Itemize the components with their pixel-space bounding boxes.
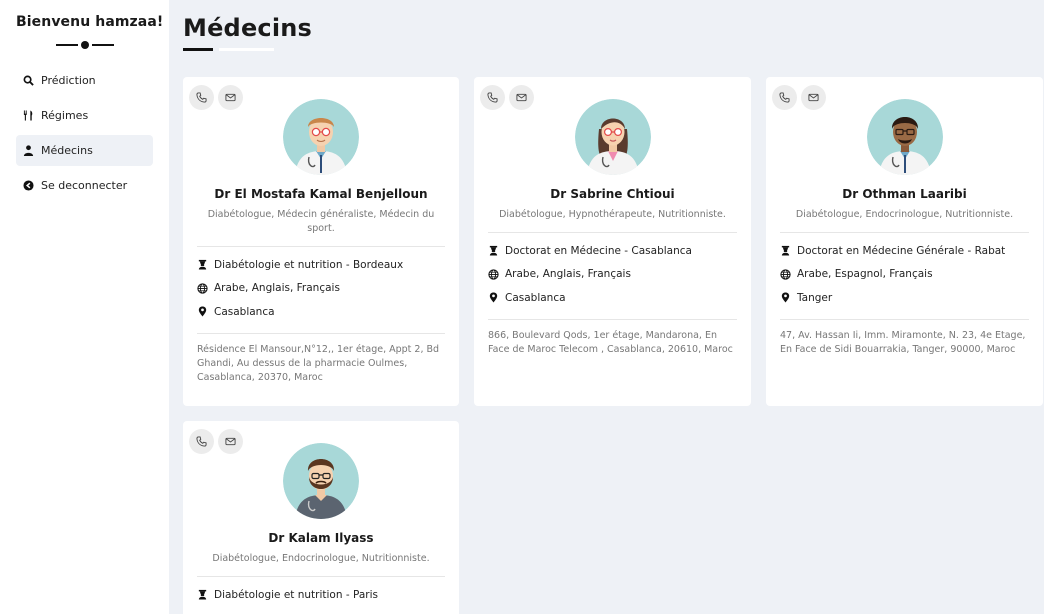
doctor-card: Dr Sabrine Chtioui Diabétologue, Hypnoth… xyxy=(474,77,751,406)
call-button[interactable] xyxy=(772,85,797,110)
doctor-name: Dr Othman Laaribi xyxy=(842,187,967,201)
education-row: Doctorat en Médecine Générale - Rabat xyxy=(780,239,1029,263)
phone-icon xyxy=(196,92,207,103)
doctor-name: Dr Sabrine Chtioui xyxy=(550,187,675,201)
welcome-divider xyxy=(16,41,153,49)
doctor-education: Doctorat en Médecine Générale - Rabat xyxy=(797,244,1006,257)
utensils-icon xyxy=(23,110,33,121)
doctor-name: Dr Kalam Ilyass xyxy=(268,531,374,545)
city-row: Casablanca xyxy=(488,286,737,310)
phone-icon xyxy=(779,92,790,103)
logout-icon xyxy=(23,180,34,191)
education-row: Diabétologie et nutrition - Bordeaux xyxy=(197,253,445,277)
map-pin-icon xyxy=(489,292,498,303)
globe-icon xyxy=(488,269,499,280)
sidebar-item-label: Médecins xyxy=(41,144,93,157)
languages-row: Arabe, Anglais, Français xyxy=(197,277,445,301)
call-button[interactable] xyxy=(189,429,214,454)
email-button[interactable] xyxy=(218,429,243,454)
call-button[interactable] xyxy=(189,85,214,110)
doctor-address: 866, Boulevard Qods, 1er étage, Mandaron… xyxy=(488,329,733,355)
email-button[interactable] xyxy=(509,85,534,110)
globe-icon xyxy=(780,269,791,280)
map-pin-icon xyxy=(781,292,790,303)
doctor-education: Diabétologie et nutrition - Paris xyxy=(214,588,378,601)
page-title: Médecins xyxy=(183,14,313,42)
city-row: Casablanca xyxy=(197,300,445,324)
globe-icon xyxy=(197,283,208,294)
sidebar-item-prediction[interactable]: Prédiction xyxy=(16,65,153,96)
doctor-city: Casablanca xyxy=(214,305,275,318)
doctor-city: Casablanca xyxy=(505,291,566,304)
sidebar-item-medecins[interactable]: Médecins xyxy=(16,135,153,166)
sidebar-item-label: Régimes xyxy=(41,109,89,122)
doctor-avatar xyxy=(574,99,651,175)
graduation-cap-icon xyxy=(781,246,790,256)
sidebar-item-regimes[interactable]: Régimes xyxy=(16,100,153,131)
doctor-avatar xyxy=(283,99,359,175)
call-button[interactable] xyxy=(480,85,505,110)
email-button[interactable] xyxy=(218,85,243,110)
title-underline xyxy=(183,48,1044,51)
email-button[interactable] xyxy=(801,85,826,110)
doctor-languages: Arabe, Anglais, Français xyxy=(214,282,340,295)
doctor-specialties: Diabétologue, Hypnothérapeute, Nutrition… xyxy=(499,209,726,220)
envelope-icon xyxy=(225,437,236,446)
doctor-languages: Arabe, Anglais, Français xyxy=(505,268,631,281)
phone-icon xyxy=(196,436,207,447)
doctor-address: 47, Av. Hassan Ii, Imm. Miramonte, N. 23… xyxy=(780,329,1026,355)
sidebar: Bienvenu hamzaa! Prédiction Régimes Méde… xyxy=(0,0,169,614)
city-row: Tanger xyxy=(780,286,1029,310)
languages-row: Arabe, Espagnol, Français xyxy=(780,263,1029,287)
phone-icon xyxy=(487,92,498,103)
search-icon xyxy=(23,75,34,86)
education-row: Doctorat en Médecine - Casablanca xyxy=(488,239,737,263)
doctor-address: Résidence El Mansour,N°12,, 1er étage, A… xyxy=(197,343,440,383)
doctor-languages: Arabe, Espagnol, Français xyxy=(797,268,933,281)
doctor-icon xyxy=(23,145,34,156)
doctor-education: Diabétologie et nutrition - Bordeaux xyxy=(214,258,404,271)
doctor-specialties: Diabétologue, Endocrinologue, Nutritionn… xyxy=(212,553,430,564)
sidebar-item-logout[interactable]: Se deconnecter xyxy=(16,170,153,201)
doctor-avatar xyxy=(866,99,943,175)
envelope-icon xyxy=(225,93,236,102)
doctor-card: Dr El Mostafa Kamal Benjelloun Diabétolo… xyxy=(183,77,459,406)
doctor-specialties: Diabétologue, Endocrinologue, Nutritionn… xyxy=(795,209,1014,220)
doctor-specialties: Diabétologue, Médecin généraliste, Médec… xyxy=(207,209,435,234)
doctors-grid: Dr El Mostafa Kamal Benjelloun Diabétolo… xyxy=(183,77,1043,614)
languages-row: Arabe, Anglais, Français xyxy=(488,263,737,287)
app-root: Bienvenu hamzaa! Prédiction Régimes Méde… xyxy=(0,0,1044,614)
sidebar-item-label: Se deconnecter xyxy=(41,179,128,192)
doctor-card: Dr Othman Laaribi Diabétologue, Endocrin… xyxy=(766,77,1043,406)
sidebar-item-label: Prédiction xyxy=(41,74,96,87)
envelope-icon xyxy=(808,93,819,102)
doctor-card: Dr Kalam Ilyass Diabétologue, Endocrinol… xyxy=(183,421,459,614)
map-pin-icon xyxy=(198,306,207,317)
doctor-education: Doctorat en Médecine - Casablanca xyxy=(505,244,692,257)
envelope-icon xyxy=(516,93,527,102)
graduation-cap-icon xyxy=(198,260,207,270)
doctor-avatar xyxy=(283,443,359,519)
doctor-city: Tanger xyxy=(797,291,833,304)
main-content: Médecins Dr El Mostafa Kamal Benjelloun … xyxy=(169,0,1044,614)
education-row: Diabétologie et nutrition - Paris xyxy=(197,583,445,607)
graduation-cap-icon xyxy=(198,590,207,600)
welcome-title: Bienvenu hamzaa! xyxy=(16,14,164,30)
doctor-name: Dr El Mostafa Kamal Benjelloun xyxy=(214,187,428,201)
graduation-cap-icon xyxy=(489,246,498,256)
